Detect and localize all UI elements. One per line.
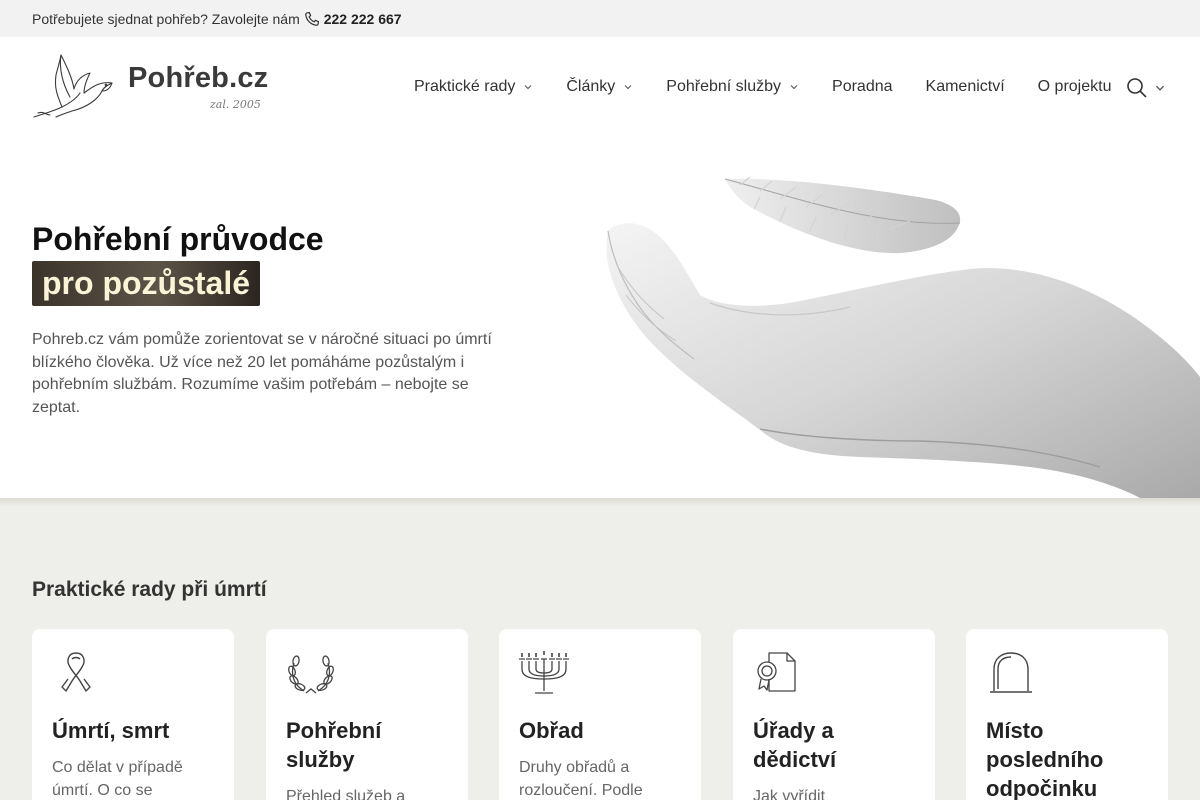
card-title: Místo posledního odpočinku	[986, 718, 1104, 800]
advice-card-misto-posledniho-odpocinku[interactable]: Místo posledního odpočinku	[966, 629, 1168, 800]
site-header: Pohřeb.cz zal. 2005 Praktické rady Článk…	[0, 37, 1200, 137]
hero-description: Pohreb.cz vám pomůže zorientovat se v ná…	[32, 331, 492, 416]
advice-card-urady-a-dedictvi[interactable]: Úřady a dědictví Jak vyřídit	[733, 629, 935, 800]
phone-number-link[interactable]: 222 222 667	[324, 11, 402, 27]
card-text: Přehled služeb a	[286, 788, 406, 800]
nav-item-label: Kamenictví	[925, 78, 1005, 95]
nav-item-label: Praktické rady	[414, 78, 516, 95]
nav-item-clanky[interactable]: Články	[566, 78, 633, 96]
card-text: Druhy obřadů a rozloučení. Podle čeho	[519, 759, 643, 799]
card-title: Obřad	[519, 718, 584, 743]
chevron-down-icon	[1155, 85, 1165, 91]
section-divider	[0, 498, 1200, 506]
search-icon	[1127, 78, 1147, 98]
tombstone-icon	[990, 652, 1032, 693]
section-title: Praktické rady při úmrtí	[32, 578, 267, 601]
top-bar-prompt: Potřebujete sjednat pohřeb? Zavolejte ná…	[32, 10, 300, 27]
site-logo[interactable]: Pohřeb.cz zal. 2005	[32, 53, 272, 123]
chevron-down-icon	[524, 85, 532, 90]
nav-item-label: Články	[566, 78, 616, 95]
ribbon-icon	[61, 652, 91, 692]
nav-item-kamenictvi[interactable]: Kamenictví	[926, 78, 1005, 96]
card-text: Jak vyřídit	[753, 788, 826, 800]
candelabra-icon	[519, 651, 569, 694]
nav-item-label: Pohřební služby	[666, 78, 782, 95]
hand-with-feather-image	[606, 176, 1200, 498]
laurel-wreath-icon	[288, 655, 334, 694]
dove-logo-icon	[33, 54, 113, 118]
search-toggle-button[interactable]	[1126, 77, 1166, 99]
nav-item-o-projektu[interactable]: O projektu	[1038, 78, 1112, 96]
hero-title: Pohřební průvodce	[32, 221, 324, 257]
advice-cards: Úmrtí, smrt Co dělat v případě úmrtí. O …	[32, 629, 1168, 800]
nav-item-prakticke-rady[interactable]: Praktické rady	[414, 78, 533, 96]
card-title: Úmrtí, smrt	[52, 718, 170, 743]
advice-card-umrti[interactable]: Úmrtí, smrt Co dělat v případě úmrtí. O …	[32, 629, 234, 800]
nav-item-label: O projektu	[1037, 78, 1112, 95]
logo-established: zal. 2005	[210, 98, 261, 111]
feather-icon	[724, 176, 961, 254]
practical-advice-section: Praktické rady při úmrtí Úmrtí, smrt Co …	[0, 498, 1200, 800]
advice-card-pohrebni-sluzby[interactable]: Pohřební služby Přehled služeb a	[266, 629, 468, 800]
card-title: Úřady a dědictví	[753, 718, 837, 772]
nav-item-poradna[interactable]: Poradna	[832, 78, 893, 96]
chevron-down-icon	[624, 85, 632, 90]
phone-icon	[304, 11, 319, 26]
card-title: Pohřební služby	[286, 718, 382, 772]
nav-item-pohrebni-sluzby[interactable]: Pohřební služby	[666, 78, 799, 96]
hero-title-highlight: pro pozůstalé	[32, 261, 261, 306]
hero-section: Pohřební průvodce pro pozůstalé Pohreb.c…	[0, 137, 1200, 498]
document-seal-icon	[757, 652, 796, 692]
card-text: Co dělat v případě úmrtí. O co se postar…	[52, 759, 183, 799]
chevron-down-icon	[790, 85, 798, 90]
logo-name: Pohřeb.cz	[128, 62, 269, 94]
top-bar: Potřebujete sjednat pohřeb? Zavolejte ná…	[0, 0, 1200, 37]
main-navigation: Praktické rady Články Pohřební služby Po…	[398, 73, 1144, 101]
advice-card-obrad[interactable]: Obřad Druhy obřadů a rozloučení. Podle č…	[499, 629, 701, 800]
nav-item-label: Poradna	[832, 78, 893, 95]
